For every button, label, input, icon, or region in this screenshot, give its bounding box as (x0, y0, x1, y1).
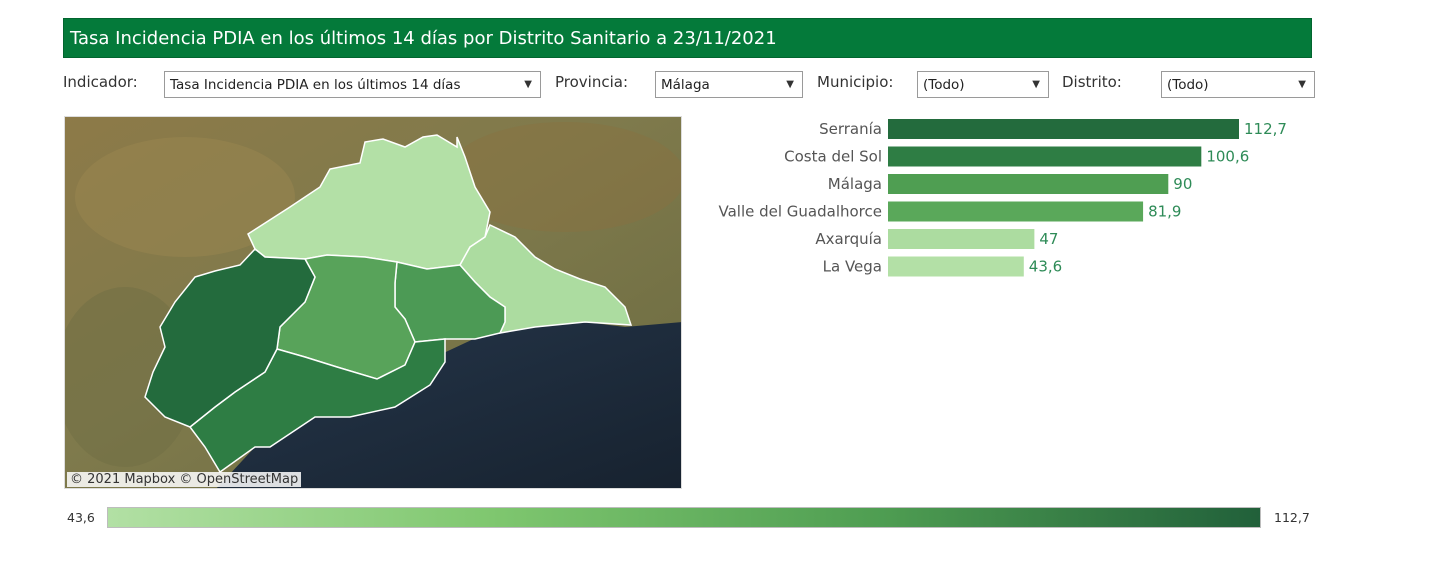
value-label: 47 (1039, 230, 1058, 248)
indicador-value: Tasa Incidencia PDIA en los últimos 14 d… (170, 77, 461, 93)
category-label: Valle del Guadalhorce (718, 203, 882, 221)
category-label: Málaga (828, 175, 882, 193)
bar[interactable] (888, 256, 1024, 277)
municipio-select[interactable]: (Todo) ▼ (917, 71, 1049, 98)
bar[interactable] (888, 119, 1239, 139)
municipio-value: (Todo) (923, 77, 965, 93)
indicador-label: Indicador: (63, 73, 138, 91)
distrito-select[interactable]: (Todo) ▼ (1161, 71, 1315, 98)
category-label: Serranía (819, 120, 882, 138)
provincia-value: Málaga (661, 77, 710, 93)
municipio-label: Municipio: (817, 73, 894, 91)
category-label: Costa del Sol (784, 148, 882, 166)
category-label: La Vega (823, 258, 882, 276)
legend-max-label: 112,7 (1274, 510, 1310, 525)
value-label: 90 (1173, 175, 1192, 193)
map-attribution: © 2021 Mapbox © OpenStreetMap (67, 472, 302, 487)
page-title: Tasa Incidencia PDIA en los últimos 14 d… (63, 18, 1312, 58)
value-label: 100,6 (1206, 148, 1249, 166)
indicador-select[interactable]: Tasa Incidencia PDIA en los últimos 14 d… (164, 71, 541, 98)
bar[interactable] (888, 174, 1169, 194)
color-legend-bar (107, 507, 1261, 528)
value-label: 112,7 (1244, 120, 1287, 138)
bar[interactable] (888, 201, 1144, 222)
legend-min-label: 43,6 (67, 510, 95, 525)
dropdown-arrow-icon: ▼ (1032, 79, 1040, 90)
bar[interactable] (888, 229, 1035, 249)
bar-chart: Serranía 112,7 Costa del Sol 100,6 Málaga 90 V… (718, 119, 1287, 277)
dropdown-arrow-icon: ▼ (1298, 79, 1306, 90)
provincia-label: Provincia: (555, 73, 629, 91)
distrito-value: (Todo) (1167, 77, 1209, 93)
map-svg (65, 117, 681, 488)
category-label: Axarquía (815, 230, 882, 248)
provincia-select[interactable]: Málaga ▼ (655, 71, 803, 98)
distrito-label: Distrito: (1062, 73, 1122, 91)
bar[interactable] (888, 146, 1202, 167)
value-label: 81,9 (1148, 203, 1181, 221)
dropdown-arrow-icon: ▼ (786, 79, 794, 90)
dropdown-arrow-icon: ▼ (524, 79, 532, 90)
value-label: 43,6 (1029, 258, 1062, 276)
district-map[interactable]: © 2021 Mapbox © OpenStreetMap (64, 116, 682, 489)
